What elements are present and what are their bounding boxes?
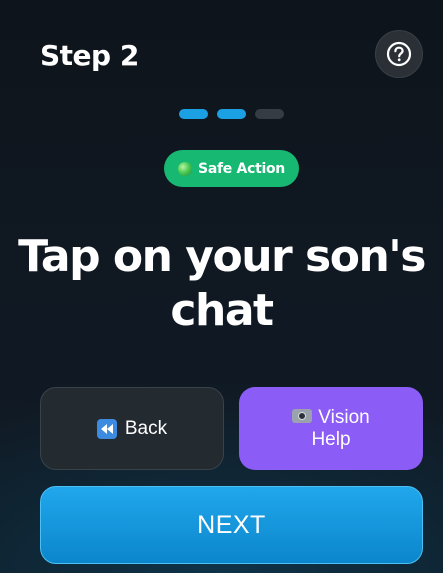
question-circle-icon (386, 41, 412, 67)
vision-button-label-2: Help (311, 428, 351, 450)
progress-dot (217, 109, 246, 119)
next-button-label: NEXT (197, 510, 266, 539)
progress-dot (255, 109, 284, 119)
page-title: Step 2 (40, 39, 139, 72)
instruction-line-2: chat (170, 285, 274, 336)
vision-button-label-1: Vision (318, 406, 370, 428)
badge-label: Safe Action (198, 160, 285, 177)
instruction-text: Tap on your son's chat (0, 230, 443, 338)
back-button[interactable]: Back (40, 387, 224, 470)
green-dot-icon (178, 161, 193, 176)
camera-icon (292, 408, 313, 423)
progress-dot (179, 109, 208, 119)
next-button[interactable]: NEXT (40, 486, 423, 564)
safe-action-badge: Safe Action (164, 150, 299, 187)
instruction-line-1: Tap on your son's (18, 231, 426, 282)
back-button-label: Back (124, 417, 168, 439)
vision-help-button[interactable]: Vision Help (239, 387, 423, 470)
rewind-icon (96, 418, 117, 439)
step-progress-indicator (179, 109, 284, 119)
help-button[interactable] (375, 30, 423, 78)
